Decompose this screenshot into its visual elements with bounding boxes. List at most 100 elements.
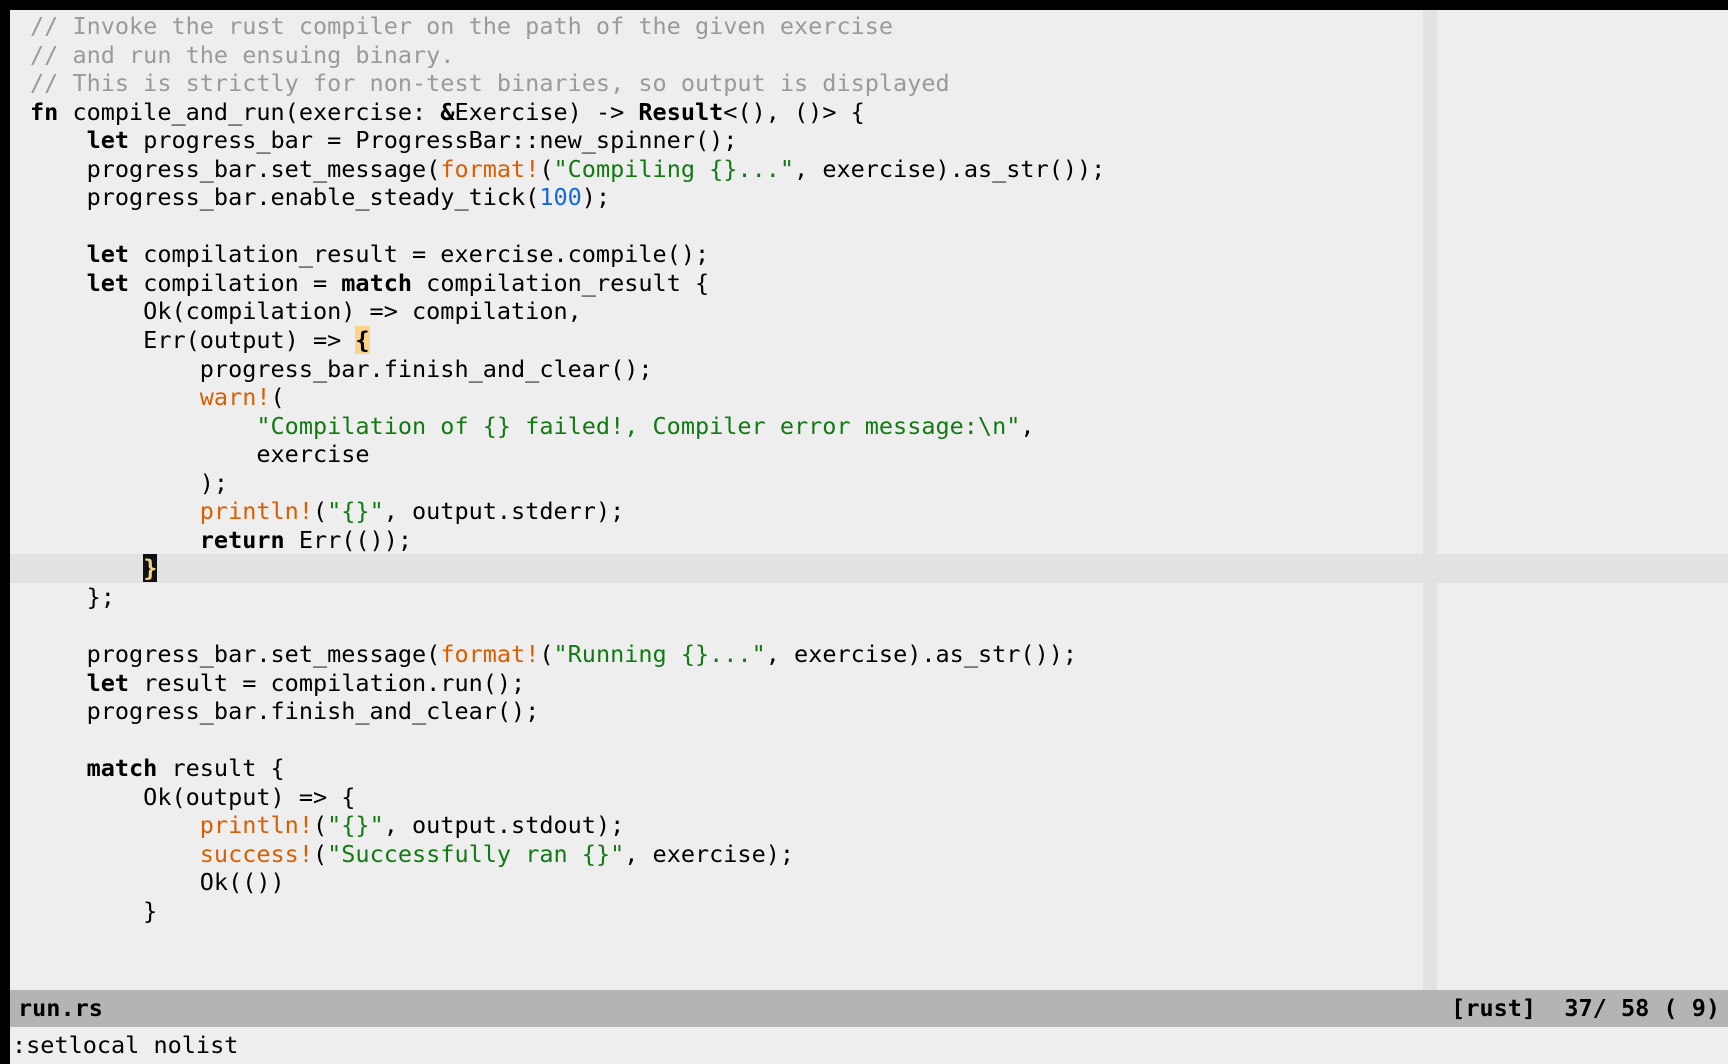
code-line: } — [10, 897, 1728, 926]
code-token-macro: warn! — [199, 383, 271, 412]
code-token-kw: match — [86, 754, 158, 783]
code-line: return Err(()); — [10, 526, 1728, 555]
vim-window: // Invoke the rust compiler on the path … — [0, 0, 1728, 1064]
code-token-plain: , — [1020, 411, 1035, 440]
code-token-plain: } — [30, 896, 158, 925]
code-line: Ok(()) — [10, 868, 1728, 897]
code-token-brcmatch: { — [355, 326, 370, 355]
code-token-cursor: } — [143, 554, 158, 583]
code-line: progress_bar.enable_steady_tick(100); — [10, 183, 1728, 212]
code-token-str: "Compilation of {} failed!, Compiler err… — [256, 411, 1021, 440]
code-token-plain: compilation = — [129, 268, 342, 297]
code-token-plain: Err(()); — [284, 525, 413, 554]
code-token-plain: <(), ()> { — [723, 97, 865, 126]
code-token-str: "Successfully ran {}" — [327, 839, 625, 868]
code-lines: // Invoke the rust compiler on the path … — [10, 12, 1728, 926]
code-token-plain: ( — [312, 497, 328, 526]
command-line[interactable]: :setlocal nolist — [10, 1027, 1728, 1064]
code-line: Ok(output) => { — [10, 783, 1728, 812]
code-line: let progress_bar = ProgressBar::new_spin… — [10, 126, 1728, 155]
code-token-plain: , output.stdout); — [383, 811, 625, 840]
code-token-plain: progress_bar.set_message( — [30, 154, 441, 183]
code-token-plain: ( — [539, 154, 554, 183]
code-token-plain: compile_and_run(exercise: — [58, 97, 441, 126]
code-line: Err(output) => { — [10, 326, 1728, 355]
code-token-plain: progress_bar = ProgressBar::new_spinner(… — [129, 126, 738, 155]
code-line: println!("{}", output.stderr); — [10, 497, 1728, 526]
code-token-str: "{}" — [327, 811, 384, 840]
code-line: exercise — [10, 440, 1728, 469]
code-token-plain: progress_bar.finish_and_clear(); — [30, 354, 653, 383]
code-line: ); — [10, 469, 1728, 498]
code-token-macro: success! — [199, 839, 313, 868]
code-token-plain: exercise — [30, 440, 370, 469]
code-token-plain: ( — [539, 640, 554, 669]
code-line: let compilation_result = exercise.compil… — [10, 240, 1728, 269]
code-token-macro: format! — [440, 154, 540, 183]
code-line: progress_bar.finish_and_clear(); — [10, 355, 1728, 384]
code-token-kw: let — [86, 268, 130, 297]
code-line: warn!( — [10, 383, 1728, 412]
code-line: progress_bar.set_message(format!("Runnin… — [10, 640, 1728, 669]
code-token-plain: ( — [270, 383, 285, 412]
code-token-plain: result = compilation.run(); — [129, 668, 526, 697]
editor-buffer[interactable]: // Invoke the rust compiler on the path … — [10, 10, 1728, 990]
code-token-plain: compilation_result = exercise.compile(); — [129, 240, 710, 269]
code-token-plain: Exercise) -> — [454, 97, 639, 126]
code-line: // and run the ensuing binary. — [10, 41, 1728, 70]
code-line: let result = compilation.run(); — [10, 669, 1728, 698]
code-token-plain: progress_bar.enable_steady_tick( — [30, 183, 540, 212]
code-token-plain: ( — [312, 839, 328, 868]
code-token-str: "Running {}..." — [553, 640, 766, 669]
code-token-plain: Err(output) => — [30, 326, 356, 355]
code-token-plain: , output.stderr); — [383, 497, 625, 526]
code-token-kw: match — [341, 268, 413, 297]
code-line: success!("Successfully ran {}", exercise… — [10, 840, 1728, 869]
code-token-plain: compilation_result { — [412, 268, 710, 297]
code-token-cmt: // Invoke the rust compiler on the path … — [30, 12, 894, 40]
code-line: }; — [10, 583, 1728, 612]
code-line: "Compilation of {} failed!, Compiler err… — [10, 412, 1728, 441]
code-token-plain: Ok(output) => { — [30, 782, 356, 811]
code-token-num: 100 — [539, 183, 582, 212]
code-token-typ: Result — [638, 97, 724, 126]
code-token-plain: ( — [312, 811, 328, 840]
code-token-plain: Ok(()) — [30, 868, 285, 897]
status-ruler: [rust] 37/ 58 ( 9) — [1451, 994, 1720, 1022]
terminal-screen: // Invoke the rust compiler on the path … — [10, 10, 1728, 1064]
code-token-macro: println! — [199, 497, 313, 526]
code-token-cmt: // This is strictly for non-test binarie… — [30, 69, 950, 98]
code-token-kw: return — [199, 525, 285, 554]
code-token-plain: Ok(compilation) => compilation, — [30, 297, 582, 326]
code-token-plain: progress_bar.set_message( — [30, 640, 441, 669]
code-token-kw: & — [440, 97, 455, 126]
code-line: match result { — [10, 754, 1728, 783]
code-token-kw: fn — [30, 97, 59, 126]
code-token-plain: ); — [581, 183, 611, 212]
code-token-plain: , exercise).as_str()); — [765, 640, 1078, 669]
code-token-macro: println! — [199, 811, 313, 840]
code-token-plain: progress_bar.finish_and_clear(); — [30, 697, 540, 726]
code-token-cmt: // and run the ensuing binary. — [30, 40, 455, 69]
code-line: progress_bar.finish_and_clear(); — [10, 697, 1728, 726]
code-line: // Invoke the rust compiler on the path … — [10, 12, 1728, 41]
code-token-str: "Compiling {}..." — [553, 154, 795, 183]
code-token-plain: , exercise); — [624, 839, 795, 868]
code-token-plain: , exercise).as_str()); — [794, 154, 1106, 183]
code-token-plain: result { — [157, 754, 285, 783]
code-line: fn compile_and_run(exercise: &Exercise) … — [10, 98, 1728, 127]
code-token-kw: let — [86, 126, 130, 155]
code-line: } — [10, 554, 1728, 583]
